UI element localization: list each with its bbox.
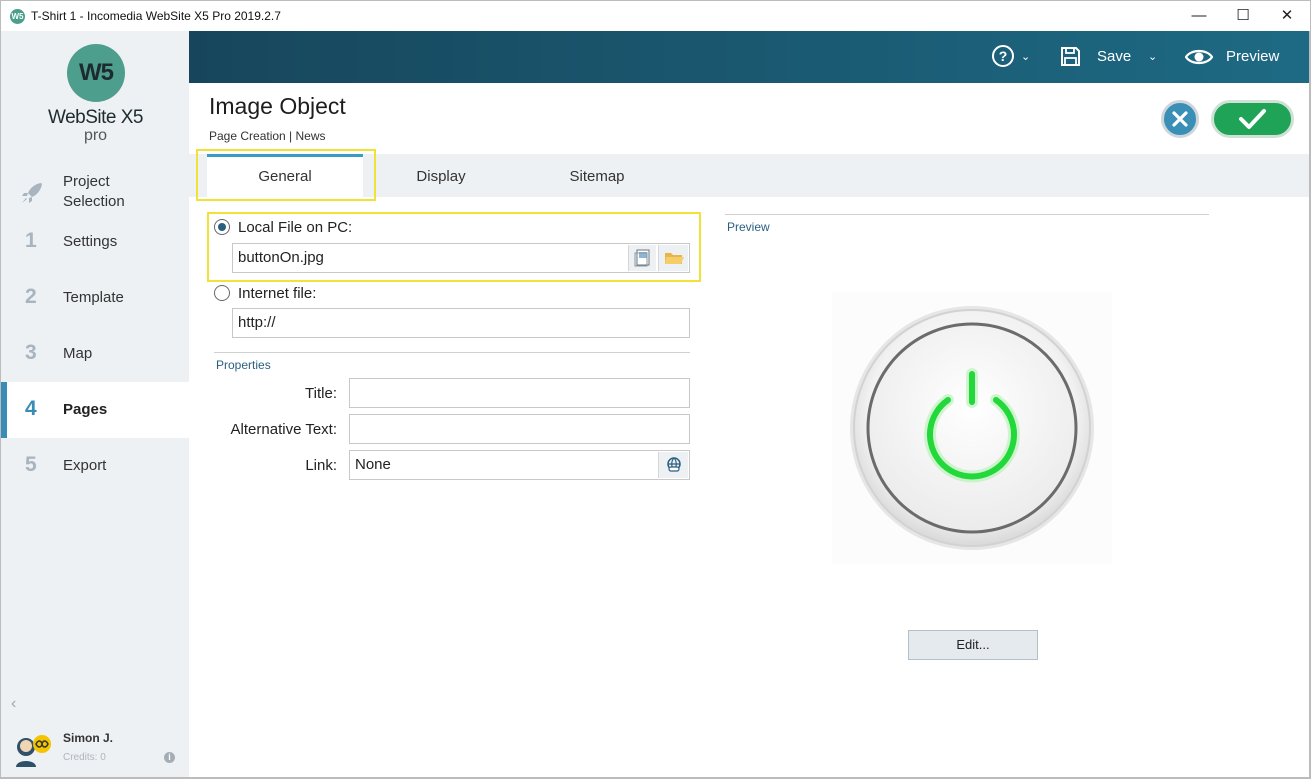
save-button[interactable]: Save — [1097, 48, 1131, 65]
user-name: Simon J. — [63, 731, 114, 745]
title-field[interactable] — [349, 378, 690, 408]
app-icon: W5 — [10, 9, 25, 24]
minimize-button[interactable]: — — [1177, 5, 1221, 27]
highlight-box — [196, 149, 376, 201]
sidebar-item-label: Map — [63, 345, 93, 362]
step-number: 3 — [25, 341, 37, 364]
sidebar-item-label: Project Selection — [63, 173, 125, 210]
logo-edition: pro — [83, 127, 108, 144]
breadcrumb: Page Creation | News — [209, 129, 326, 143]
rocket-icon — [22, 183, 42, 203]
collapse-sidebar-icon[interactable]: ‹ — [11, 695, 16, 713]
step-number: 1 — [25, 229, 37, 252]
logo-icon: W5 — [67, 44, 125, 102]
tab-sitemap[interactable]: Sitemap — [519, 154, 675, 197]
sidebar-item-pages[interactable]: 4 Pages — [1, 382, 190, 438]
sidebar-item-label: Template — [63, 289, 124, 306]
window-title-bar: W5 T-Shirt 1 - Incomedia WebSite X5 Pro … — [0, 0, 1311, 31]
local-file-field[interactable]: buttonOn.jpg — [232, 243, 690, 273]
local-file-label: Local File on PC: — [238, 219, 353, 236]
cancel-button[interactable] — [1161, 100, 1199, 138]
image-library-icon — [634, 249, 650, 267]
sidebar-item-label: Pages — [63, 401, 108, 418]
internet-file-radio[interactable] — [214, 285, 230, 301]
properties-section-label: Properties — [216, 358, 271, 372]
step-number: 5 — [25, 453, 37, 476]
image-library-button[interactable] — [628, 245, 656, 271]
ok-button[interactable] — [1211, 100, 1294, 138]
top-toolbar: ? ⌄ Save ⌄ Preview — [189, 31, 1311, 83]
help-icon[interactable]: ? — [991, 44, 1015, 68]
window-title: T-Shirt 1 - Incomedia WebSite X5 Pro 201… — [31, 9, 281, 23]
sidebar-item-label: Export — [63, 457, 107, 474]
save-dropdown-icon[interactable]: ⌄ — [1148, 50, 1157, 63]
step-number: 4 — [25, 397, 37, 420]
preview-button[interactable]: Preview — [1226, 48, 1279, 65]
eye-icon[interactable] — [1185, 47, 1213, 67]
page-title: Image Object — [209, 93, 346, 119]
link-field[interactable]: None — [349, 450, 690, 480]
maximize-button[interactable]: ☐ — [1221, 5, 1265, 27]
help-dropdown-icon[interactable]: ⌄ — [1021, 50, 1030, 63]
sidebar-item-map[interactable]: 3 Map — [1, 326, 190, 382]
title-label: Title: — [305, 385, 337, 402]
divider — [214, 352, 690, 353]
internet-file-label: Internet file: — [238, 285, 317, 302]
sidebar-item-settings[interactable]: 1 Settings — [1, 214, 190, 270]
user-avatar-icon[interactable] — [14, 733, 52, 767]
sidebar: W5 WebSite X5 pro Project Selection 1 Se… — [0, 31, 190, 779]
save-icon[interactable] — [1060, 46, 1081, 67]
browse-folder-button[interactable] — [658, 245, 688, 271]
sidebar-item-export[interactable]: 5 Export — [1, 438, 190, 494]
power-button-image — [832, 292, 1112, 564]
alternative-text-field[interactable] — [349, 414, 690, 444]
step-number: 2 — [25, 285, 37, 308]
link-globe-icon — [667, 457, 681, 472]
logo-name: WebSite X5 — [48, 107, 143, 128]
user-credits: Credits: 0 — [63, 752, 106, 763]
preview-divider — [725, 214, 1209, 215]
alternative-text-label: Alternative Text: — [230, 421, 337, 438]
info-icon[interactable]: i — [164, 752, 175, 763]
close-window-button[interactable]: ✕ — [1265, 5, 1309, 27]
edit-image-button[interactable]: Edit... — [908, 630, 1038, 660]
sidebar-item-label: Settings — [63, 233, 118, 250]
tab-display[interactable]: Display — [363, 154, 519, 197]
svg-text:?: ? — [999, 48, 1008, 64]
internet-file-field[interactable]: http:// — [232, 308, 690, 338]
folder-icon — [665, 253, 684, 264]
local-file-radio[interactable] — [214, 219, 230, 235]
active-indicator — [1, 382, 7, 438]
preview-section-label: Preview — [727, 220, 770, 234]
check-icon — [1239, 109, 1266, 129]
close-icon — [1172, 111, 1188, 127]
link-settings-button[interactable] — [658, 452, 688, 478]
link-label: Link: — [305, 457, 337, 474]
sidebar-item-template[interactable]: 2 Template — [1, 270, 190, 326]
